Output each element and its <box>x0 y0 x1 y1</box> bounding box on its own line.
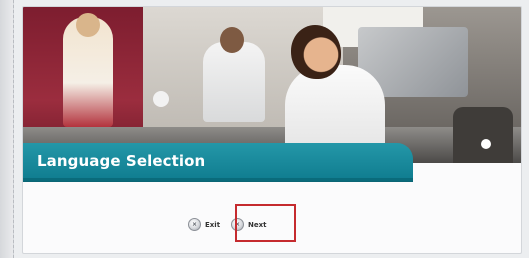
title-band: Language Selection <box>23 143 413 181</box>
photo-person-middle-head <box>220 27 244 53</box>
photo-cup <box>481 139 491 149</box>
photo-globe <box>153 91 169 107</box>
photo-person-middle <box>203 42 265 122</box>
window: Language Selection × Exit × Next <box>0 0 529 258</box>
window-left-edge <box>0 0 14 258</box>
close-circle-icon: × <box>188 218 201 231</box>
office-photo <box>23 7 521 163</box>
exit-button-label: Exit <box>205 220 221 229</box>
photo-person-main-head <box>291 25 341 79</box>
exit-button[interactable]: × Exit <box>188 218 220 231</box>
next-button-highlight <box>235 204 296 242</box>
photo-chair <box>453 107 513 163</box>
title-underline <box>23 178 413 181</box>
photo-person-left-head <box>76 13 100 37</box>
page-title: Language Selection <box>37 152 206 170</box>
